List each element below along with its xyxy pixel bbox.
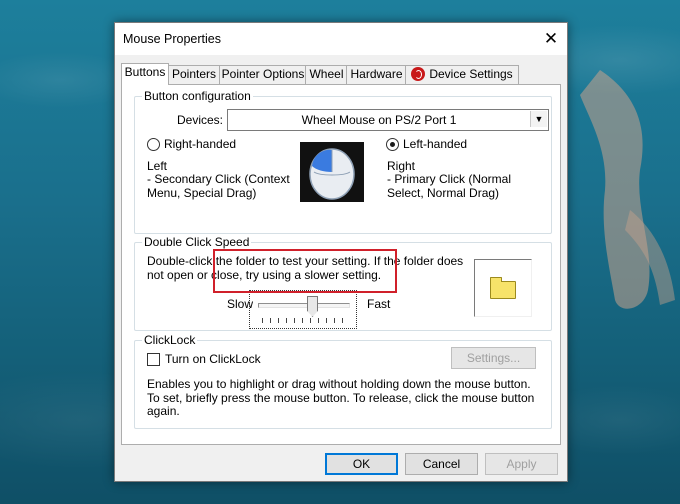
swimmer-illustration	[580, 70, 675, 309]
ok-button[interactable]: OK	[325, 453, 398, 475]
left-handed-label[interactable]: Left-handed	[403, 137, 467, 151]
slider-thumb[interactable]	[307, 296, 318, 317]
tab-hardware[interactable]: Hardware	[346, 65, 407, 84]
clicklock-label: ClickLock	[142, 333, 198, 347]
cancel-button[interactable]: Cancel	[405, 453, 478, 475]
clicklock-settings-button[interactable]: Settings...	[451, 347, 536, 369]
devices-value: Wheel Mouse on PS/2 Port 1	[301, 113, 457, 127]
window-title: Mouse Properties	[123, 32, 221, 46]
close-icon[interactable]: ✕	[541, 29, 561, 49]
devices-label: Devices:	[177, 113, 224, 127]
clicklock-checkbox-label[interactable]: Turn on ClickLock	[165, 352, 261, 366]
tab-pointers[interactable]: Pointers	[167, 65, 221, 84]
clicklock-group: ClickLock Turn on ClickLock Settings... …	[134, 333, 552, 429]
devices-select[interactable]: Wheel Mouse on PS/2 Port 1 ▼	[227, 109, 549, 131]
fast-label: Fast	[367, 297, 391, 311]
apply-button[interactable]: Apply	[485, 453, 558, 475]
tab-wheel[interactable]: Wheel	[305, 65, 348, 84]
tab-pointer-options[interactable]: Pointer Options	[219, 65, 307, 84]
button-configuration-label: Button configuration	[142, 89, 253, 103]
right-handed-label[interactable]: Right-handed	[164, 137, 236, 151]
clicklock-checkbox[interactable]	[147, 353, 160, 366]
mouse-properties-dialog: Mouse Properties ✕ Buttons Pointers Poin…	[114, 22, 568, 482]
button-configuration-group: Button configuration Devices: Wheel Mous…	[134, 89, 552, 234]
slider-ticks	[262, 318, 350, 323]
tab-device-settings[interactable]: Device Settings	[405, 65, 519, 84]
double-click-speed-slider[interactable]	[249, 290, 357, 329]
synaptics-icon	[411, 67, 426, 81]
left-button-title: Left	[147, 159, 168, 173]
right-handed-radio[interactable]	[147, 138, 160, 151]
annotation-highlight-box	[213, 249, 397, 293]
clicklock-description: Enables you to highlight or drag without…	[147, 377, 535, 418]
mouse-illustration	[300, 142, 364, 202]
right-button-title: Right	[387, 159, 416, 173]
folder-icon[interactable]	[490, 277, 516, 299]
title-bar: Mouse Properties ✕	[115, 23, 567, 55]
left-button-description: - Secondary Click (Context Menu, Special…	[147, 172, 290, 200]
right-button-description: - Primary Click (Normal Select, Normal D…	[387, 172, 511, 200]
test-folder-area[interactable]	[474, 259, 532, 317]
double-click-speed-label: Double Click Speed	[142, 235, 252, 249]
chevron-down-icon[interactable]: ▼	[530, 111, 547, 127]
slider-track	[258, 303, 350, 308]
tab-buttons[interactable]: Buttons	[121, 63, 169, 85]
left-handed-radio[interactable]	[386, 138, 399, 151]
